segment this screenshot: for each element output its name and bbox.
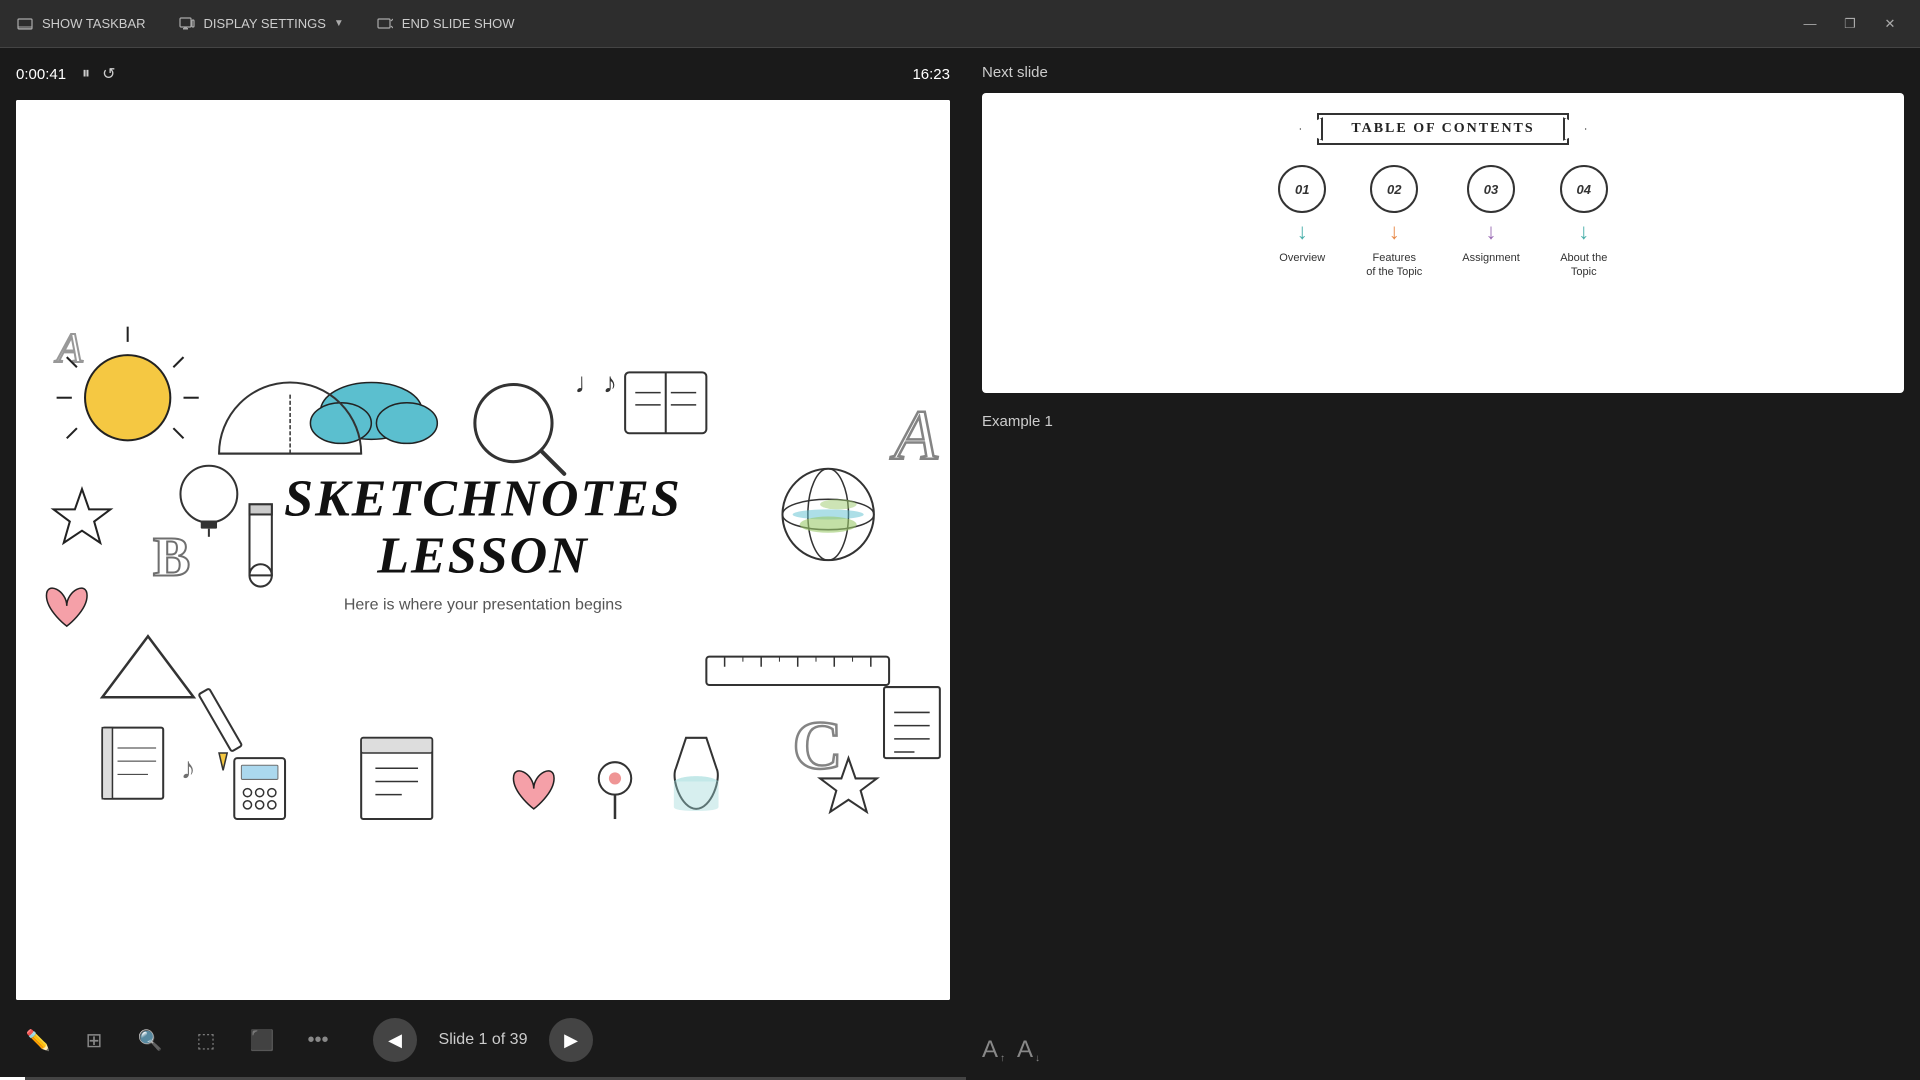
show-taskbar-label: SHOW TASKBAR xyxy=(42,16,146,31)
nav-controls: ◀ Slide 1 of 39 ▶ xyxy=(373,1018,593,1062)
toc-label-1: Overview xyxy=(1279,251,1325,265)
toolbar: SHOW TASKBAR DISPLAY SETTINGS ▼ END SLID… xyxy=(0,0,1920,48)
slide-title-line2: LESSON xyxy=(284,528,682,585)
toc-label-2: Featuresof the Topic xyxy=(1366,251,1422,280)
more-tool-button[interactable]: ••• xyxy=(300,1022,336,1058)
font-controls: A ↑ A ↓ xyxy=(982,1028,1904,1064)
toc-item-about: 04 ↓ About theTopic xyxy=(1560,165,1608,280)
font-decrease-button[interactable]: A ↓ xyxy=(1017,1036,1040,1064)
show-taskbar-button[interactable]: SHOW TASKBAR xyxy=(16,15,146,33)
toc-icon-4: ↓ xyxy=(1578,219,1589,245)
tool-icons: ✏️ ⊞ 🔍 ⬚ ⬛ ••• xyxy=(20,1022,336,1058)
toc-item-overview: 01 ↓ Overview xyxy=(1278,165,1326,265)
reset-button[interactable]: ↺ xyxy=(102,64,115,84)
prev-slide-button[interactable]: ◀ xyxy=(373,1018,417,1062)
display-settings-button[interactable]: DISPLAY SETTINGS ▼ xyxy=(178,15,344,33)
clock-display: 16:23 xyxy=(912,66,950,83)
slide-counter: Slide 1 of 39 xyxy=(433,1031,533,1049)
grid-tool-button[interactable]: ⊞ xyxy=(76,1022,112,1058)
font-decrease-down-icon: ↓ xyxy=(1035,1053,1040,1064)
slide-subtitle: Here is where your presentation begins xyxy=(284,597,682,615)
restore-button[interactable]: ❐ xyxy=(1836,10,1864,38)
font-increase-icon: A xyxy=(982,1036,998,1064)
main-layout: 0:00:41 ⏸ ↺ 16:23 xyxy=(0,48,1920,1080)
right-panel: Next slide TABLE OF CONTENTS 01 ↓ Overvi… xyxy=(966,48,1920,1080)
presentation-area: 0:00:41 ⏸ ↺ 16:23 xyxy=(0,48,966,1080)
toc-items: 01 ↓ Overview 02 ↓ Featuresof the Topic xyxy=(1278,165,1608,280)
toc-number-1: 01 xyxy=(1278,165,1326,213)
slide-canvas: ♩♪ xyxy=(16,100,950,1000)
slide-display: ♩♪ xyxy=(16,100,950,1000)
preview-content: TABLE OF CONTENTS 01 ↓ Overview 02 xyxy=(982,93,1904,393)
timer-controls: ⏸ ↺ xyxy=(82,64,115,84)
close-button[interactable]: ✕ xyxy=(1876,10,1904,38)
display-settings-arrow: ▼ xyxy=(334,18,344,29)
taskbar-icon xyxy=(16,15,34,33)
toc-icon-1: ↓ xyxy=(1297,219,1308,245)
slide-title-line1: SKETCHNOTES xyxy=(284,471,682,528)
end-slideshow-icon xyxy=(376,15,394,33)
pause-button[interactable]: ⏸ xyxy=(82,64,90,84)
elapsed-timer: 0:00:41 xyxy=(16,66,66,83)
toc-label-3: Assignment xyxy=(1462,251,1519,265)
toc-label-4: About theTopic xyxy=(1560,251,1607,280)
display-settings-label: DISPLAY SETTINGS xyxy=(204,16,326,31)
toc-title: TABLE OF CONTENTS xyxy=(1351,121,1534,136)
end-slideshow-button[interactable]: END SLIDE SHOW xyxy=(376,15,515,33)
example-label: Example 1 xyxy=(982,413,1904,430)
font-decrease-icon: A xyxy=(1017,1036,1033,1064)
minimize-button[interactable]: — xyxy=(1796,10,1824,38)
example-area xyxy=(982,438,1904,1028)
timer-bar: 0:00:41 ⏸ ↺ 16:23 xyxy=(0,48,966,100)
screen-tool-button[interactable]: ⬛ xyxy=(244,1022,280,1058)
toc-item-features: 02 ↓ Featuresof the Topic xyxy=(1366,165,1422,280)
toc-icon-2: ↓ xyxy=(1389,219,1400,245)
pen-tool-button[interactable]: ✏️ xyxy=(20,1022,56,1058)
next-slide-preview: TABLE OF CONTENTS 01 ↓ Overview 02 xyxy=(982,93,1904,393)
toc-icon-3: ↓ xyxy=(1486,219,1497,245)
toc-banner: TABLE OF CONTENTS xyxy=(1317,113,1568,145)
toc-number-2: 02 xyxy=(1370,165,1418,213)
select-tool-button[interactable]: ⬚ xyxy=(188,1022,224,1058)
window-controls: — ❐ ✕ xyxy=(1796,10,1904,38)
next-slide-label: Next slide xyxy=(982,64,1904,81)
zoom-tool-button[interactable]: 🔍 xyxy=(132,1022,168,1058)
font-increase-up-icon: ↑ xyxy=(1000,1053,1005,1064)
toc-number-4: 04 xyxy=(1560,165,1608,213)
timer-left: 0:00:41 ⏸ ↺ xyxy=(16,64,115,84)
next-slide-button[interactable]: ▶ xyxy=(549,1018,593,1062)
font-increase-button[interactable]: A ↑ xyxy=(982,1036,1005,1064)
toc-item-assignment: 03 ↓ Assignment xyxy=(1462,165,1519,265)
bottom-bar: ✏️ ⊞ 🔍 ⬚ ⬛ ••• ◀ Slide 1 of 39 ▶ xyxy=(0,1000,966,1080)
toc-number-3: 03 xyxy=(1467,165,1515,213)
display-settings-icon xyxy=(178,15,196,33)
end-slideshow-label: END SLIDE SHOW xyxy=(402,16,515,31)
slide-center-content: SKETCHNOTES LESSON Here is where your pr… xyxy=(284,471,682,615)
